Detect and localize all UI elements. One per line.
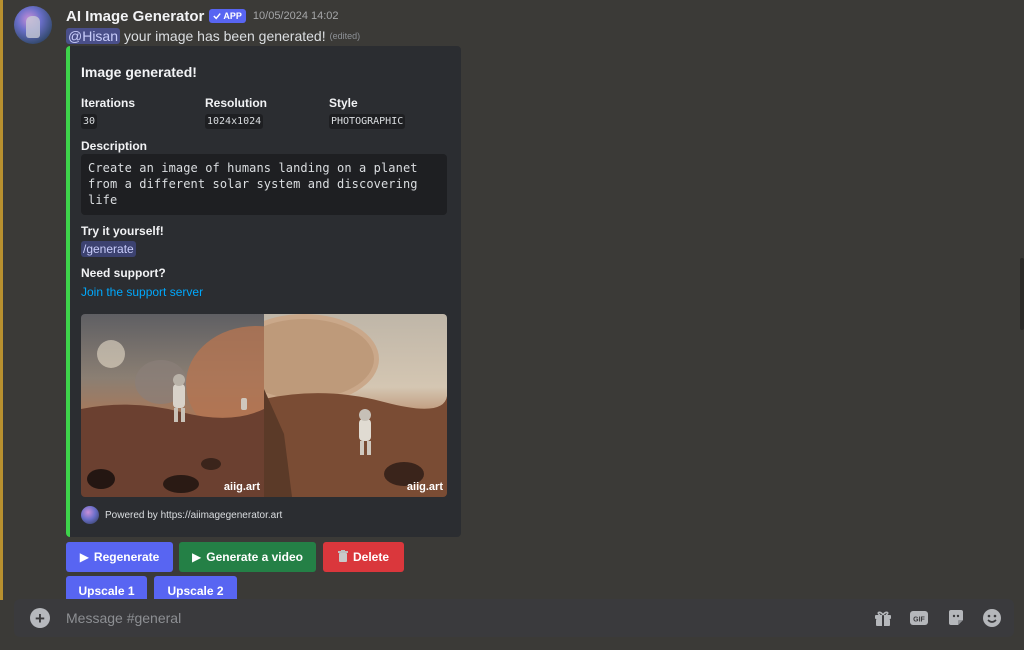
edited-marker: (edited) [329,31,361,41]
generate-command[interactable]: /generate [81,241,136,257]
style-value: PHOTOGRAPHIC [329,114,406,129]
description-label: Description [81,139,148,153]
message-composer: + GIF [14,599,1014,637]
description-line: life [88,193,118,207]
astronaut-scene-left [81,326,264,497]
message-timestamp: 10/05/2024 14:02 [252,10,339,22]
iterations-value: 30 [81,114,98,129]
footer-text: Powered by https://aiimagegenerator.art [105,509,283,521]
generate-video-button[interactable]: ▶ Generate a video [179,542,316,572]
embed-footer: Powered by https://aiimagegenerator.art [81,506,282,524]
side-accent-strip [0,0,3,600]
iterations-label: Iterations [81,96,136,110]
embed-card: Image generated! Iterations 30 Resolutio… [66,46,461,537]
description-line: from a different solar system and discov… [88,177,418,191]
generated-image[interactable]: aiig.art aiig.art [81,314,447,497]
support-label: Need support? [81,266,166,280]
resolution-label: Resolution [205,96,267,110]
generated-image-left: aiig.art [81,314,264,497]
style-label: Style [329,96,358,110]
app-badge-label: APP [223,11,242,21]
plus-circle-icon[interactable]: + [30,608,50,628]
bot-avatar[interactable] [14,6,52,44]
play-icon: ▶ [79,550,89,564]
message-text: your image has been generated! [124,28,326,44]
description-codeblock: Create an image of humans landing on a p… [81,154,447,215]
svg-text:GIF: GIF [913,617,925,624]
app-badge: APP [209,9,246,23]
embed-title: Image generated! [81,64,197,80]
gift-icon[interactable] [873,608,893,628]
play-icon: ▶ [192,550,202,564]
regenerate-label: Regenerate [93,550,160,564]
support-server-link[interactable]: Join the support server [81,285,203,299]
username[interactable]: AI Image Generator [66,8,204,25]
astronaut-scene-right [264,314,447,497]
sticker-icon[interactable] [946,608,966,628]
scrollbar-thumb[interactable] [1020,258,1024,330]
gif-icon[interactable]: GIF [909,608,929,628]
upscale-1-label: Upscale 1 [78,584,135,598]
try-label: Try it yourself! [81,224,164,238]
generate-video-label: Generate a video [206,550,303,564]
regenerate-button[interactable]: ▶ Regenerate [66,542,173,572]
message-input[interactable] [66,608,766,628]
emoji-icon[interactable] [982,608,1002,628]
message-header: AI Image Generator APP 10/05/2024 14:02 [66,6,339,26]
checkmark-icon [213,13,222,20]
description-line: Create an image of humans landing on a p… [88,161,418,175]
trash-icon [337,549,348,565]
footer-icon [81,506,99,524]
resolution-value: 1024x1024 [205,114,264,129]
message-content: @Hisan your image has been generated! (e… [66,26,360,46]
delete-label: Delete [352,550,390,564]
image-watermark: aiig.art [223,481,260,493]
generated-image-right: aiig.art [264,314,447,497]
delete-button[interactable]: Delete [323,542,404,572]
user-mention[interactable]: @Hisan [66,28,121,44]
image-watermark: aiig.art [406,481,443,493]
upscale-2-label: Upscale 2 [167,584,224,598]
